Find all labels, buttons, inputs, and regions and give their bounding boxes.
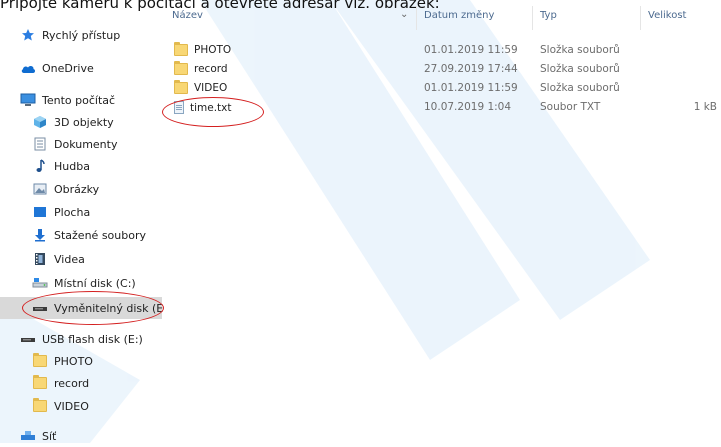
file-type: Složka souborů (540, 82, 620, 94)
file-row[interactable]: PHOTO 01.01.2019 11:59 Složka souborů (162, 41, 721, 60)
usb-drive-icon (20, 331, 36, 347)
file-type: Složka souborů (540, 63, 620, 75)
network-icon (20, 428, 36, 444)
nav-item-folder-record[interactable]: record (0, 372, 162, 394)
nav-item-label: Místní disk (C:) (54, 276, 136, 290)
chevron-down-icon: ⌄ (400, 9, 409, 20)
nav-item-label: Tento počítač (42, 93, 116, 107)
file-name: VIDEO (194, 82, 228, 94)
nav-item-3d-objects[interactable]: 3D objekty (0, 111, 162, 133)
navigation-pane: Rychlý přístup OneDrive Tento počítač 3D… (0, 0, 164, 443)
nav-item-videos[interactable]: Videa (0, 248, 162, 270)
folder-icon (32, 353, 48, 369)
nav-item-documents[interactable]: Dokumenty (0, 133, 162, 155)
file-name: record (194, 63, 228, 75)
cube-icon (32, 114, 48, 130)
computer-icon (20, 92, 36, 108)
nav-item-label: Rychlý přístup (42, 28, 121, 42)
nav-item-label: Síť (42, 429, 57, 443)
column-header-name[interactable]: Název (172, 10, 203, 21)
file-row[interactable]: VIDEO 01.01.2019 11:59 Složka souborů (162, 79, 721, 98)
column-divider[interactable] (640, 6, 641, 30)
file-name: time.txt (190, 101, 232, 114)
nav-item-network[interactable]: Síť (0, 425, 162, 447)
folder-icon (32, 375, 48, 391)
column-divider[interactable] (416, 6, 417, 30)
column-header-row: Název ⌄ Datum změny Typ Velikost (162, 0, 721, 30)
nav-item-label: Plocha (54, 205, 91, 219)
nav-item-onedrive[interactable]: OneDrive (0, 57, 162, 79)
nav-item-label: USB flash disk (E:) (42, 332, 143, 346)
nav-item-quick-access[interactable]: Rychlý přístup (0, 24, 162, 46)
column-divider[interactable] (532, 6, 533, 30)
nav-item-local-disk-c[interactable]: Místní disk (C:) (0, 272, 162, 294)
file-date: 01.01.2019 11:59 (424, 44, 518, 56)
pictures-icon (32, 181, 48, 197)
nav-item-pictures[interactable]: Obrázky (0, 178, 162, 200)
nav-item-label: VIDEO (54, 399, 89, 413)
folder-icon (32, 398, 48, 414)
cloud-icon (20, 60, 36, 76)
download-arrow-icon (32, 227, 48, 243)
nav-item-label: Obrázky (54, 182, 100, 196)
document-icon (32, 136, 48, 152)
removable-drive-icon (32, 300, 48, 316)
nav-item-downloads[interactable]: Stažené soubory (0, 224, 162, 246)
file-row[interactable]: record 27.09.2019 17:44 Složka souborů (162, 60, 721, 79)
file-type: Složka souborů (540, 44, 620, 56)
folder-icon (174, 80, 188, 94)
nav-item-folder-photo[interactable]: PHOTO (0, 350, 162, 372)
film-icon (32, 251, 48, 267)
nav-item-label: PHOTO (54, 354, 93, 368)
folder-icon (174, 61, 188, 75)
file-type: Soubor TXT (540, 101, 601, 113)
file-name-cell: record (174, 61, 228, 75)
nav-item-label: Vyměnitelný disk (E (54, 301, 164, 315)
nav-item-label: Hudba (54, 159, 90, 173)
column-header-type[interactable]: Typ (540, 10, 557, 21)
text-file-icon (174, 101, 184, 114)
desktop-icon (32, 204, 48, 220)
file-date: 27.09.2019 17:44 (424, 63, 518, 75)
file-row[interactable]: time.txt 10.07.2019 1:04 Soubor TXT 1 kB (162, 98, 721, 117)
nav-item-label: OneDrive (42, 61, 94, 75)
music-note-icon (32, 158, 48, 174)
file-name-cell: VIDEO (174, 80, 228, 94)
column-header-size[interactable]: Velikost (648, 10, 686, 21)
local-disk-icon (32, 275, 48, 291)
nav-item-label: 3D objekty (54, 115, 114, 129)
nav-item-removable-disk-e[interactable]: Vyměnitelný disk (E (0, 297, 164, 319)
file-size: 1 kB (693, 101, 717, 113)
nav-item-desktop[interactable]: Plocha (0, 201, 162, 223)
nav-item-label: Videa (54, 252, 85, 266)
file-date: 10.07.2019 1:04 (424, 101, 512, 113)
nav-item-music[interactable]: Hudba (0, 155, 162, 177)
nav-item-label: Dokumenty (54, 137, 118, 151)
nav-item-label: Stažené soubory (54, 228, 146, 242)
file-name-cell: PHOTO (174, 42, 232, 56)
file-date: 01.01.2019 11:59 (424, 82, 518, 94)
file-list-pane: Název ⌄ Datum změny Typ Velikost PHOTO 0… (162, 0, 721, 443)
nav-item-label: record (54, 376, 90, 390)
file-name-cell: time.txt (174, 101, 232, 114)
nav-item-usb-flash-disk[interactable]: USB flash disk (E:) (0, 328, 162, 350)
star-icon (20, 27, 36, 43)
folder-icon (174, 42, 188, 56)
nav-item-this-pc[interactable]: Tento počítač (0, 89, 162, 111)
column-header-date[interactable]: Datum změny (424, 10, 494, 21)
nav-item-folder-video[interactable]: VIDEO (0, 395, 162, 417)
file-name: PHOTO (194, 44, 232, 56)
